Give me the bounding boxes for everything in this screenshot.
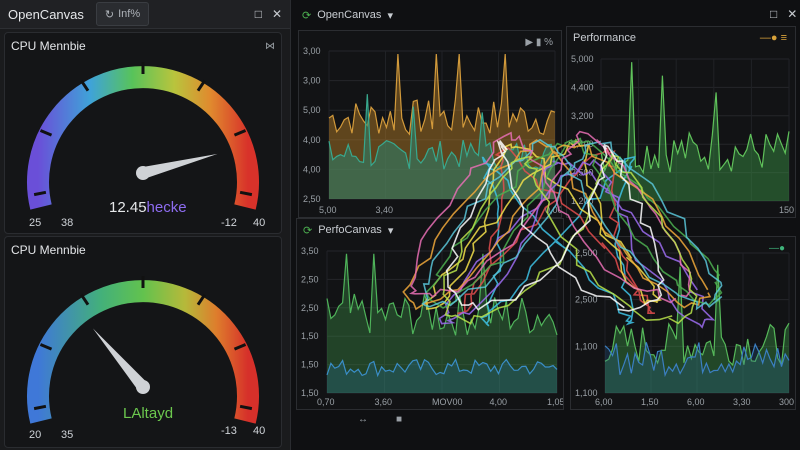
performance-title: Performance (573, 32, 636, 44)
x-tick-label: 6,00 (687, 397, 705, 407)
gauge-1-low: 38 (61, 217, 74, 229)
left-titlebar: OpenCanvas ↻ Inf% □ ✕ (0, 0, 290, 29)
x-tick-label: 1,50 (641, 397, 659, 407)
y-tick-label: 2,50 (303, 194, 321, 204)
gauge-panel-1: CPU Mennbie ⋈ 25 38 -12 40 12.45hecke (4, 32, 282, 234)
y-tick-label: 1,50 (301, 360, 319, 370)
gauge-1-max: 40 (253, 217, 266, 229)
refresh-icon: ↻ (104, 8, 115, 21)
y-tick-label: 3,50 (301, 246, 319, 256)
top-chart-legend[interactable]: ▶ ▮ % (525, 37, 553, 48)
info-tab-label: Inf% (118, 8, 141, 20)
left-window-title: OpenCanvas (8, 6, 84, 22)
gauge-1-readout-num: 12.45 (109, 199, 147, 216)
y-tick-label: 2,50 (301, 274, 319, 284)
y-tick-label: 3,00 (303, 46, 321, 56)
gauge-2-high: -13 (221, 425, 237, 437)
gauge-1-readout: 12.45hecke (109, 199, 187, 216)
gauge-1-high: -12 (221, 217, 237, 229)
gauge-2-min: 20 (29, 429, 42, 441)
gauge-2-arc (27, 280, 259, 424)
y-tick-label: 5,00 (303, 105, 321, 115)
gauge-1-hub (136, 166, 150, 180)
gauge-2-max: 40 (253, 425, 266, 437)
main-window-controls: □ ✕ (770, 8, 797, 20)
y-tick-label: 4,00 (303, 135, 321, 145)
y-tick-label: 1,50 (301, 388, 319, 398)
x-tick-label: 0,70 (317, 397, 335, 407)
maximize-icon[interactable]: □ (770, 8, 777, 20)
collapse-icon[interactable]: ⋈ (265, 41, 275, 52)
gauge-window: OpenCanvas ↻ Inf% □ ✕ CPU Mennbie ⋈ 25 3… (0, 0, 291, 450)
gauge-2-readout: LAltayd (123, 405, 174, 422)
gauge-2-label: CPU Mennbie (11, 243, 86, 257)
gauge-2-low: 35 (61, 429, 74, 441)
gauge-1-readout-text: hecke (146, 199, 187, 216)
x-tick-label: 3,30 (733, 397, 751, 407)
y-tick-label: 5,000 (571, 54, 594, 64)
info-tab[interactable]: ↻ Inf% (95, 2, 150, 26)
x-tick-label: 3,60 (375, 397, 393, 407)
y-tick-label: 2,50 (301, 303, 319, 313)
overlay-trajectories (402, 130, 723, 329)
x-tick-label: 300 (779, 397, 794, 407)
main-window-title: OpenCanvas (317, 9, 382, 21)
chevron-down-icon[interactable]: ▾ (387, 9, 393, 22)
gauge-1-min: 25 (29, 217, 42, 229)
x-tick-label: 150 (779, 205, 794, 215)
resize-icon[interactable]: ↔ (358, 414, 368, 425)
main-window-header: ⟳ OpenCanvas ▾ (296, 2, 562, 28)
close-icon[interactable]: ✕ (272, 8, 282, 20)
app-logo-icon: ⟳ (302, 9, 312, 22)
x-tick-label: MOV00 (432, 397, 463, 407)
gauge-1-label: CPU Mennbie (11, 39, 86, 53)
y-tick-label: 1,50 (301, 331, 319, 341)
x-tick-label: 6,00 (595, 397, 613, 407)
x-tick-label: 4,00 (490, 397, 508, 407)
performance-header: Performance —● ≡ (567, 27, 795, 49)
x-tick-label: 5,00 (319, 205, 337, 215)
gauge-2-hub (136, 380, 150, 394)
series-legend-icon[interactable]: —● (769, 243, 785, 254)
maximize-icon[interactable]: □ (255, 8, 262, 20)
gauge-1-needle (141, 153, 218, 179)
close-icon[interactable]: ✕ (787, 8, 797, 20)
app-logo-icon: ⟳ (303, 224, 313, 237)
legend-icon[interactable]: —● ≡ (760, 32, 795, 44)
gauge-1-arc (27, 66, 259, 210)
y-tick-label: 4,00 (303, 164, 321, 174)
settings-icon[interactable]: ■ (396, 414, 402, 425)
x-tick-label: 1,050 (547, 397, 563, 407)
gauge-panel-2: CPU Mennbie 20 35 -13 40 LAltayd (4, 236, 282, 448)
y-tick-label: 3,00 (303, 76, 321, 86)
